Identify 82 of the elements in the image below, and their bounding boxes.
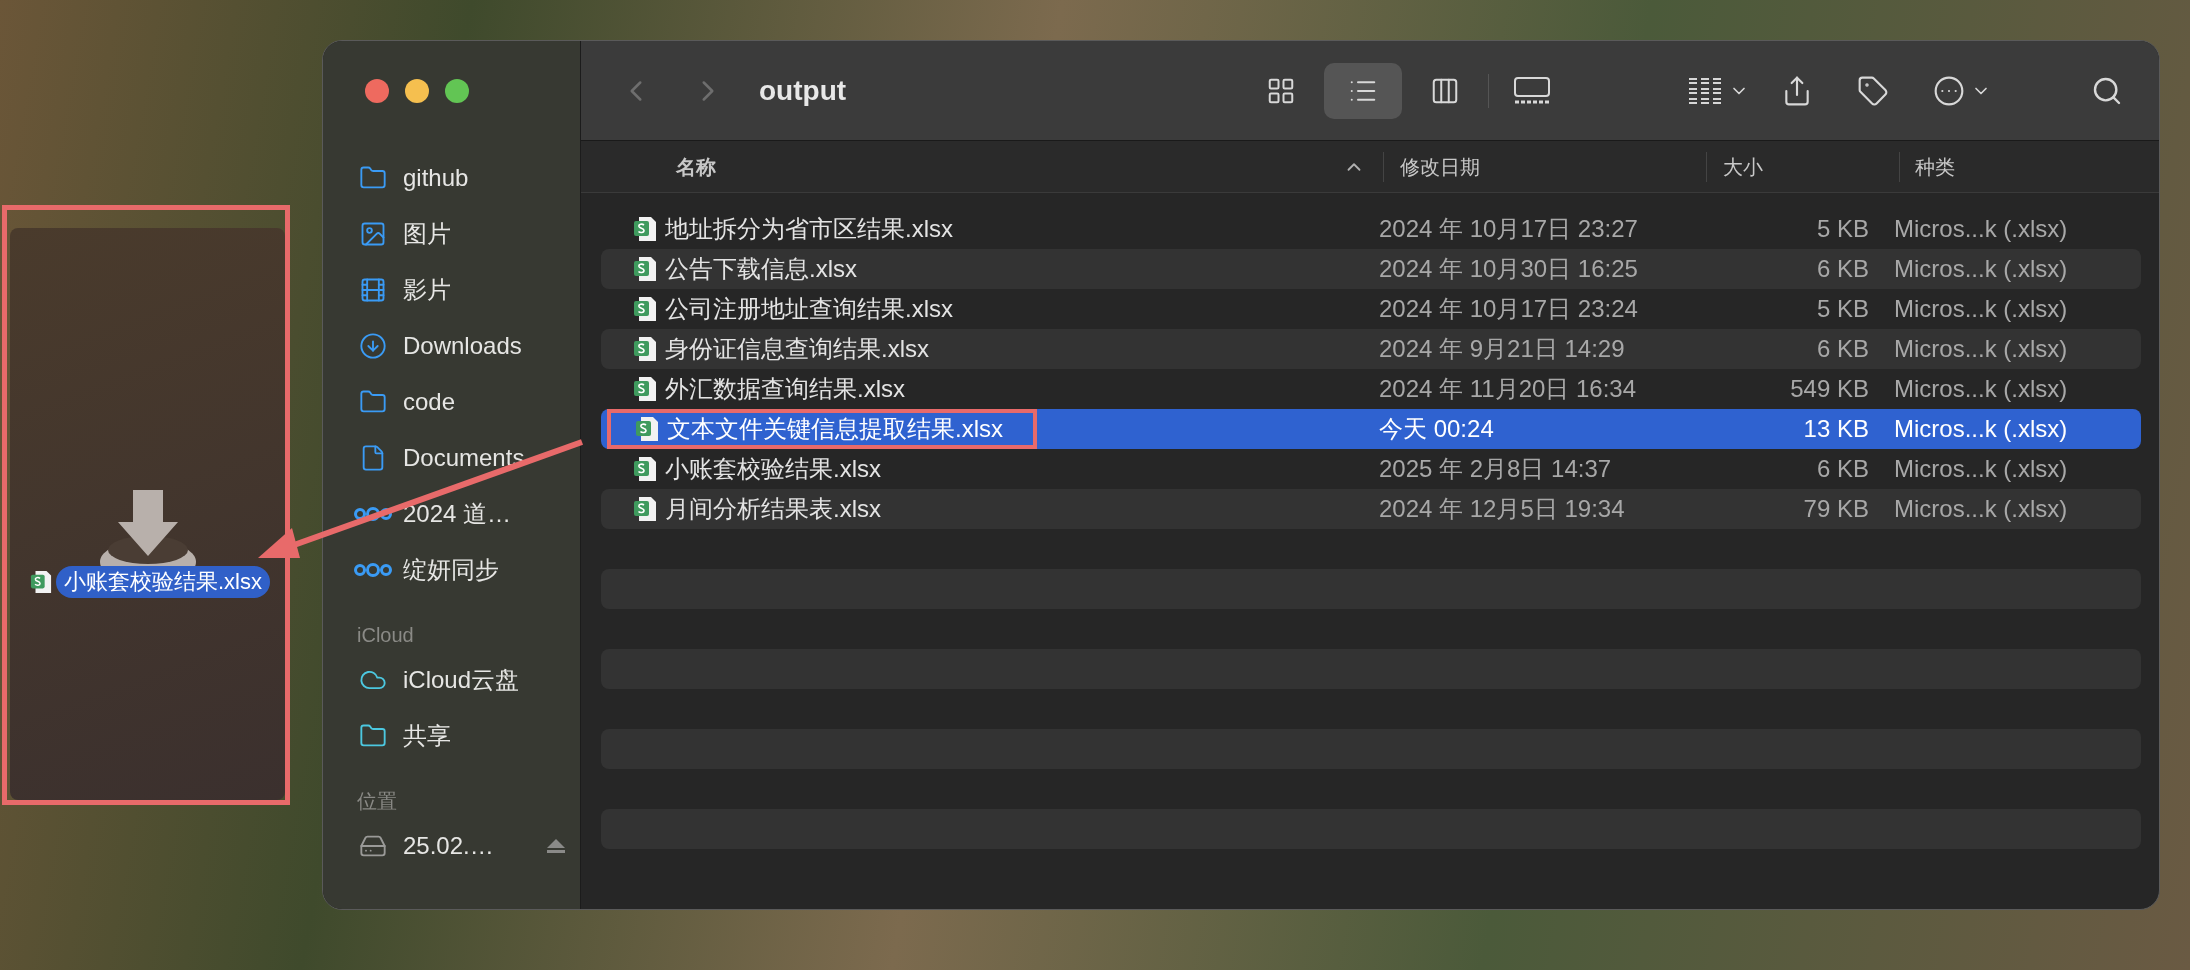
sidebar-item[interactable]: 绽妍同步 xyxy=(403,552,499,588)
file-name: 身份证信息查询结果.xlsx xyxy=(665,334,929,364)
modified-date: 2024 年 10月30日 16:25 xyxy=(1378,254,1639,284)
film-icon xyxy=(359,276,387,304)
file-kind: Micros...k (.xlsx) xyxy=(1894,494,2068,524)
file-row[interactable]: 公告下载信息.xlsx 2024 年 10月30日 16:25 6 KB Micros...k (.xlsx) xyxy=(601,249,2141,289)
file-size: 5 KB xyxy=(1815,214,1869,244)
modified-date: 2024 年 9月21日 14:29 xyxy=(1378,334,1626,364)
file-size: 79 KB xyxy=(1802,494,1869,524)
sidebar-heading: iCloud xyxy=(356,623,415,648)
modified-date: 今天 00:24 xyxy=(1378,414,1495,444)
sidebar-heading: 位置 xyxy=(356,789,398,814)
file-name: 公告下载信息.xlsx xyxy=(665,254,857,284)
sidebar-item[interactable]: 2024 道… xyxy=(403,496,512,532)
column-header[interactable]: 名称 xyxy=(676,151,716,182)
sidebar-item[interactable]: iCloud云盘 xyxy=(403,662,520,698)
file-size: 5 KB xyxy=(1815,294,1869,324)
spreadsheet-file-icon xyxy=(633,216,657,242)
linked-circles-icon xyxy=(354,562,392,578)
spreadsheet-file-icon xyxy=(633,296,657,322)
sidebar-item[interactable]: 影片 xyxy=(403,272,451,308)
file-kind: Micros...k (.xlsx) xyxy=(1894,214,2068,244)
minimize-button[interactable] xyxy=(405,79,429,103)
file-name: 文本文件关键信息提取结果.xlsx xyxy=(667,414,1003,444)
file-name: 外汇数据查询结果.xlsx xyxy=(665,374,905,404)
eject-icon[interactable] xyxy=(546,838,566,854)
file-kind: Micros...k (.xlsx) xyxy=(1894,254,2068,284)
file-name: 月间分析结果表.xlsx xyxy=(665,494,881,524)
sidebar-item[interactable]: 图片 xyxy=(403,216,451,252)
modified-date: 2024 年 10月17日 23:24 xyxy=(1378,294,1639,324)
file-size: 6 KB xyxy=(1815,454,1869,484)
sidebar-item[interactable]: Downloads xyxy=(403,328,522,364)
zoom-button[interactable] xyxy=(445,79,469,103)
linked-circles-icon xyxy=(354,506,392,522)
file-kind: Micros...k (.xlsx) xyxy=(1894,374,2068,404)
modified-date: 2025 年 2月8日 14:37 xyxy=(1378,454,1613,484)
column-header[interactable]: 大小 xyxy=(1723,151,1763,182)
modified-date: 2024 年 12月5日 19:34 xyxy=(1378,494,1626,524)
file-row[interactable]: 身份证信息查询结果.xlsx 2024 年 9月21日 14:29 6 KB Micros...k (.xlsx) xyxy=(601,329,2141,369)
file-kind: Micros...k (.xlsx) xyxy=(1894,454,2068,484)
view-mode-button[interactable] xyxy=(1324,62,1402,119)
modified-date: 2024 年 10月17日 23:27 xyxy=(1378,214,1639,244)
sidebar-item[interactable]: code xyxy=(403,384,456,420)
spreadsheet-file-icon xyxy=(633,256,657,282)
spreadsheet-file-icon xyxy=(633,456,657,482)
group-icon xyxy=(1687,75,1723,106)
tag-icon xyxy=(1857,74,1889,107)
ellipsis-icon xyxy=(1933,74,1965,107)
spreadsheet-file-icon xyxy=(633,496,657,522)
file-kind: Micros...k (.xlsx) xyxy=(1894,334,2068,364)
file-row[interactable]: 公司注册地址查询结果.xlsx 2024 年 10月17日 23:24 5 KB Micros...k (.xlsx) xyxy=(601,289,2141,329)
file-row[interactable]: 文本文件关键信息提取结果.xlsx 今天 00:24 13 KB Micros...k (.xlsx) xyxy=(601,409,2141,449)
file-size: 6 KB xyxy=(1815,254,1869,284)
file-kind: Micros...k (.xlsx) xyxy=(1894,294,2068,324)
file-name: 小账套校验结果.xlsx xyxy=(665,454,881,484)
file-name: 地址拆分为省市区结果.xlsx xyxy=(665,214,953,244)
file-name: 公司注册地址查询结果.xlsx xyxy=(665,294,953,324)
file-row[interactable]: 小账套校验结果.xlsx 2025 年 2月8日 14:37 6 KB Micros...k (.xlsx) xyxy=(601,449,2141,489)
spreadsheet-file-icon xyxy=(633,376,657,402)
file-size: 549 KB xyxy=(1789,374,1869,404)
modified-date: 2024 年 11月20日 16:34 xyxy=(1378,374,1638,404)
image-icon xyxy=(359,220,387,248)
column-header[interactable]: 种类 xyxy=(1915,151,1955,182)
spreadsheet-file-icon xyxy=(30,569,52,595)
window-title: output xyxy=(759,73,847,108)
close-button[interactable] xyxy=(365,79,389,103)
gallery-view-icon xyxy=(1512,75,1552,106)
sidebar-item[interactable]: github xyxy=(403,160,469,196)
spreadsheet-file-icon xyxy=(633,336,657,362)
dragged-file-label: 小账套校验结果.xlsx xyxy=(56,566,270,598)
spreadsheet-file-icon xyxy=(635,416,659,442)
download-icon xyxy=(359,332,387,360)
file-row[interactable]: 月间分析结果表.xlsx 2024 年 12月5日 19:34 79 KB Micros...k (.xlsx) xyxy=(601,489,2141,529)
column-header[interactable]: 修改日期 xyxy=(1400,151,1480,182)
file-size: 6 KB xyxy=(1815,334,1869,364)
sidebar-item[interactable]: 共享 xyxy=(403,718,451,754)
file-kind: Micros...k (.xlsx) xyxy=(1894,414,2068,444)
sidebar-item[interactable]: Documents xyxy=(403,440,525,476)
file-row[interactable]: 地址拆分为省市区结果.xlsx 2024 年 10月17日 23:27 5 KB Micros...k (.xlsx) xyxy=(601,209,2141,249)
sidebar-item[interactable]: 25.02.… xyxy=(403,828,494,864)
file-row[interactable]: 外汇数据查询结果.xlsx 2024 年 11月20日 16:34 549 KB Micros...k (.xlsx) xyxy=(601,369,2141,409)
file-size: 13 KB xyxy=(1802,414,1869,444)
